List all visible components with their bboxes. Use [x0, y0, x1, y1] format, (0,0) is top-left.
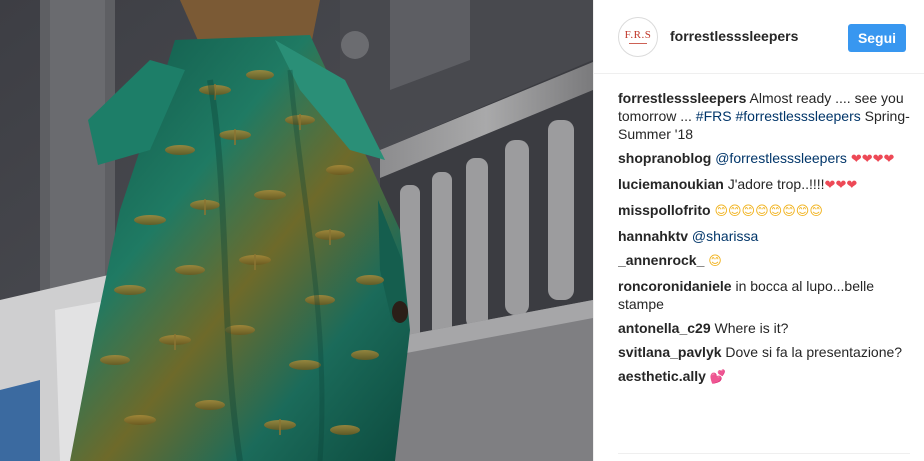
comment-text: Dove si fa la presentazione? [725, 344, 903, 360]
comment-username[interactable]: svitlana_pavlyk [618, 344, 722, 360]
heart-emoji: ❤❤❤ [824, 178, 858, 193]
comment: misspollofrito 😊😊😊😊😊😊😊😊 [618, 201, 910, 221]
avatar[interactable]: F.R.S [618, 17, 658, 57]
comment-text: J'adore trop..!!!! [727, 176, 825, 192]
comment: _annenrock_ 😊 [618, 251, 910, 271]
post-header: F.R.S forrestlesssleepers Segui [594, 0, 924, 74]
comment: svitlana_pavlyk Dove si fa la presentazi… [618, 343, 910, 361]
smile-emoji: 😊😊😊😊😊😊😊😊 [714, 204, 823, 219]
hashtag-frs[interactable]: #FRS [696, 108, 732, 124]
divider [618, 453, 910, 454]
comment: shopranoblog @forrestlesssleepers ❤❤❤❤ [618, 149, 910, 169]
avatar-logo-underline [629, 43, 647, 44]
comment-username[interactable]: roncoronidaniele [618, 278, 732, 294]
comment: antonella_c29 Where is it? [618, 319, 910, 337]
comment-username[interactable]: aesthetic.ally [618, 368, 706, 384]
comment: hannahktv @sharissa [618, 227, 910, 245]
post-photo[interactable] [0, 0, 593, 461]
caption-username[interactable]: forrestlesssleepers [618, 90, 746, 106]
comment-username[interactable]: luciemanoukian [618, 176, 724, 192]
hashtag-forrestlesssleepers[interactable]: #forrestlesssleepers [735, 108, 860, 124]
comment: aesthetic.ally 💕 [618, 367, 910, 387]
comment-username[interactable]: shopranoblog [618, 150, 711, 166]
comment: luciemanoukian J'adore trop..!!!!❤❤❤ [618, 175, 910, 195]
comment-username[interactable]: hannahktv [618, 228, 688, 244]
caption: forrestlesssleepers Almost ready .... se… [618, 89, 910, 143]
comment: roncoronidaniele in bocca al lupo...bell… [618, 277, 910, 313]
comment-text: Where is it? [714, 320, 789, 336]
comment-mention[interactable]: @sharissa [692, 228, 758, 244]
heart-emoji: ❤❤❤❤ [850, 152, 895, 167]
avatar-logo: F.R.S [624, 29, 652, 41]
post-author-username[interactable]: forrestlesssleepers [670, 28, 798, 44]
comment-username[interactable]: _annenrock_ [618, 252, 704, 268]
comment-username[interactable]: antonella_c29 [618, 320, 711, 336]
comments-list[interactable]: forrestlesssleepers Almost ready .... se… [618, 89, 910, 451]
follow-button[interactable]: Segui [848, 24, 906, 52]
smile-emoji: 😊 [708, 254, 722, 269]
post-details-panel: F.R.S forrestlesssleepers Segui forrestl… [593, 0, 924, 461]
two-hearts-emoji: 💕 [709, 370, 727, 385]
comment-mention[interactable]: @forrestlesssleepers [715, 150, 847, 166]
post-image [0, 0, 593, 461]
comment-username[interactable]: misspollofrito [618, 202, 711, 218]
